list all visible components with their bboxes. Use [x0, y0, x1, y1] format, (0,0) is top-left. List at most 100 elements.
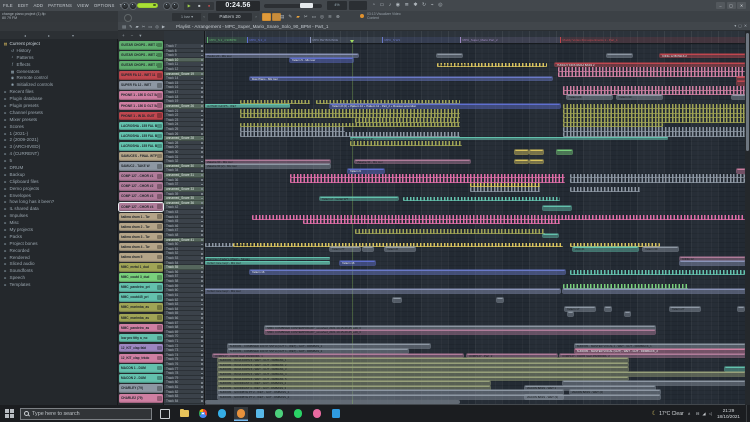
clip[interactable]	[303, 220, 560, 225]
pattern-chip[interactable]: MMC_pandeiro_pri	[119, 283, 163, 292]
timeline[interactable]: MPC_S 2_4 90BPMMPC_S 2_4MPC 8W BOUNCEMPC…	[205, 31, 745, 44]
menu-file[interactable]: FILE	[3, 3, 13, 8]
mute-dot[interactable]	[201, 257, 203, 259]
playhead-marker[interactable]	[350, 40, 354, 43]
playlist-detach-button[interactable]: ▢	[738, 23, 742, 30]
clip[interactable]: Pattern 8	[385, 247, 415, 251]
taskbar-icon-task-view[interactable]	[158, 407, 172, 421]
clip[interactable]: Pattern 16	[250, 270, 565, 274]
pattern-chip[interactable]: LACROSHA - 155 FAL B	[119, 142, 163, 151]
taskbar-icon-chrome[interactable]	[196, 407, 210, 421]
menu-options[interactable]: OPTIONS	[94, 3, 115, 8]
mute-dot[interactable]	[201, 147, 203, 149]
clip[interactable]: Pattern 9	[348, 169, 384, 173]
browser-item[interactable]: ▸3 (ARCHIVED)	[0, 143, 117, 150]
pattern-chip[interactable]: kalima drum 4 - Tw	[119, 243, 163, 252]
clip[interactable]: Pattern 16	[340, 261, 375, 265]
play-button[interactable]: ▶	[188, 4, 191, 8]
online-content-panel[interactable]: 03:13 Visualizer Video Content	[360, 12, 446, 22]
clip[interactable]: Pattern 77	[330, 247, 360, 251]
mute-dot[interactable]	[201, 151, 203, 153]
mute-dot[interactable]	[201, 313, 203, 315]
mute-dot[interactable]	[201, 68, 203, 70]
clip[interactable]: AUDIO81 - GOODBYE PT 2 - WET - GUT - DMB…	[218, 390, 563, 394]
clip[interactable]: Makeba 90 - Mix tour	[205, 160, 330, 164]
mute-dot[interactable]	[201, 276, 203, 278]
mute-dot[interactable]	[201, 345, 203, 347]
clip[interactable]	[543, 206, 571, 210]
mute-dot[interactable]	[201, 96, 203, 98]
mute-dot[interactable]	[201, 45, 203, 47]
mute-dot[interactable]	[201, 161, 203, 163]
clip[interactable]: Pattern 5 - Mix tour	[290, 58, 353, 62]
pattern-chip[interactable]: SAMUCES - FINAL WTF	[119, 152, 163, 161]
mute-dot[interactable]	[201, 363, 203, 365]
mute-dot[interactable]	[201, 188, 203, 190]
timeline-marker[interactable]: MPC_Super_Mario Part_2	[460, 37, 560, 43]
transport-icon-5[interactable]: ✱	[413, 1, 417, 10]
browser-item[interactable]: ▸Impulses	[0, 212, 117, 219]
slider-thumb[interactable]	[300, 3, 313, 8]
mute-dot[interactable]	[201, 110, 203, 112]
playlist-grid[interactable]: Playlist 20 - Mix tourKONG 12 BOWLS 2Pat…	[205, 44, 745, 404]
pattern-chip[interactable]: CHARLEY (79)	[119, 384, 163, 393]
clip[interactable]: AUDIO81 - IN DA KOPS 5 - WET - GUT - DMB…	[218, 363, 628, 367]
clip[interactable]	[543, 234, 558, 238]
mute-dot[interactable]	[201, 133, 203, 135]
picker-tool-icon-1[interactable]: −	[131, 33, 134, 38]
pattern-chip[interactable]: low pro titty a_no	[119, 334, 163, 343]
clip[interactable]: AUDIO81 - COMBINED 100 97 SNTH (GUT 1 - …	[228, 344, 430, 348]
browser-item[interactable]: ▸Soundfonts	[0, 267, 117, 274]
clip[interactable]	[737, 77, 745, 81]
transport-icon-1[interactable]: ▭	[380, 1, 385, 10]
clip[interactable]	[737, 81, 745, 85]
transport-icon-6[interactable]: ↻	[422, 1, 426, 10]
clip[interactable]: Pattern 30	[643, 247, 678, 251]
clip[interactable]	[563, 289, 745, 293]
edit-tool-icon-6[interactable]: ≋	[328, 12, 332, 21]
clip[interactable]: KONG 12	[680, 257, 745, 261]
pattern-chip[interactable]: COMP 127 - CHOR #4	[119, 203, 163, 212]
mute-dot[interactable]	[201, 82, 203, 84]
playlist-tool-icon-4[interactable]: ▭	[148, 24, 152, 29]
pattern-chip[interactable]: PHONE 1 - IN DL GUIT	[119, 112, 163, 121]
clip[interactable]	[403, 197, 560, 202]
taskbar-icon-paint[interactable]	[310, 407, 324, 421]
mute-dot[interactable]	[201, 105, 203, 107]
mute-dot[interactable]	[201, 294, 203, 296]
mute-dot[interactable]	[201, 350, 203, 352]
clip[interactable]	[350, 141, 462, 146]
transport-icon-7[interactable]: ⌁	[431, 1, 434, 10]
menu-add[interactable]: ADD	[33, 3, 43, 8]
taskbar-icon-android-studio[interactable]	[272, 407, 286, 421]
edit-tool-icon-3[interactable]: ✂	[304, 12, 308, 21]
clip[interactable]	[568, 312, 573, 316]
pattern-chip[interactable]: kalima drum 3 - Tw	[119, 233, 163, 242]
playlist-menu-button[interactable]: ▾	[734, 23, 736, 30]
clip[interactable]: AUDIO81 - GOODBYE PT 2 - WET - GUT - DMB…	[218, 395, 563, 399]
clip[interactable]	[205, 243, 233, 248]
horizontal-scrollbar-thumb[interactable]	[205, 400, 460, 404]
clip[interactable]: Perfect tone loop! - Mix tour	[205, 261, 330, 265]
mute-dot[interactable]	[201, 304, 203, 306]
browser-item[interactable]: ▸Speech	[0, 274, 117, 281]
browser-item[interactable]: ▸Rendered	[0, 254, 117, 261]
transport-icon-8[interactable]: ◎	[438, 1, 442, 10]
transport-icon-0[interactable]: ◔	[372, 1, 375, 10]
clip[interactable]	[355, 229, 545, 234]
playlist-tool-icon-2[interactable]: ▰	[135, 24, 138, 29]
browser-item[interactable]: ✱Initialized controls	[0, 81, 117, 88]
mute-dot[interactable]	[201, 64, 203, 66]
clip[interactable]	[470, 187, 540, 192]
mute-dot[interactable]	[201, 368, 203, 370]
pattern-chip[interactable]: PHONE 1 - 150 D GLT 5A	[119, 102, 163, 111]
pattern-chip[interactable]: PHONE 1 - 150 D GLT 5A	[119, 91, 163, 100]
mute-dot[interactable]	[201, 396, 203, 398]
show-desktop-button[interactable]	[746, 405, 750, 422]
pattern-chip[interactable]: CHARLE2 (79)	[119, 394, 163, 403]
browser-item[interactable]: ▸Clipboard files	[0, 178, 117, 185]
playlist-tool-icon-6[interactable]: ▶	[162, 24, 165, 29]
mute-dot[interactable]	[201, 221, 203, 223]
browser-item[interactable]: ▸Packs	[0, 233, 117, 240]
taskbar-icon-fl-studio[interactable]	[234, 407, 248, 421]
